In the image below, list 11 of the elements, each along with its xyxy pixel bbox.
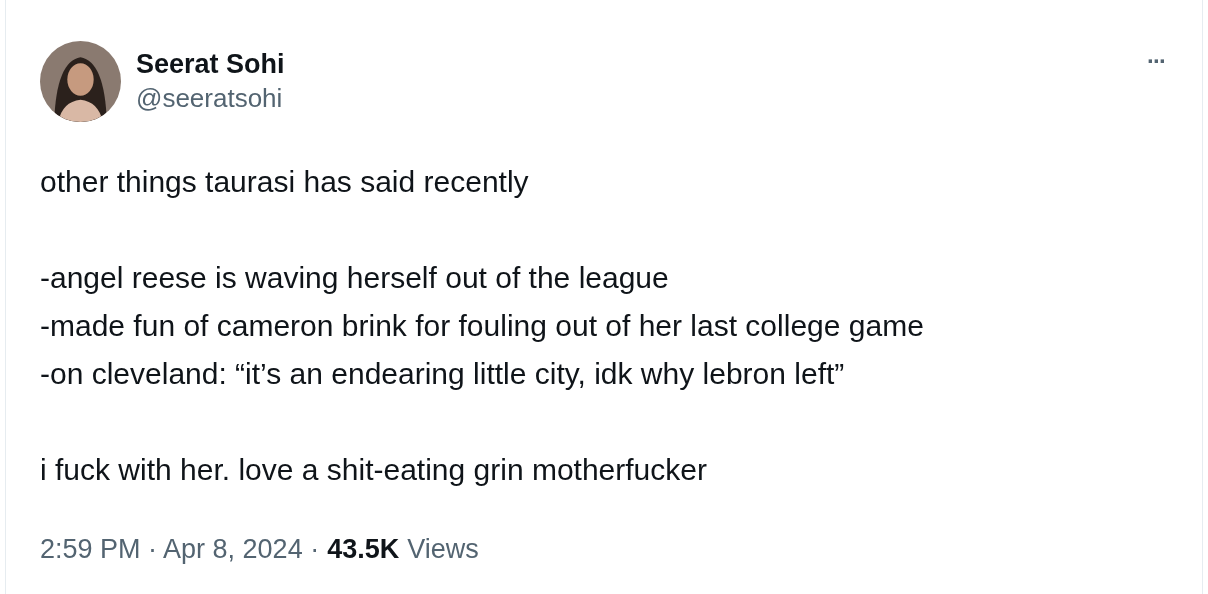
- tweet-text: i fuck with her. love a shit-eating grin motherfucker: [40, 452, 707, 488]
- tweet-text: -angel reese is waving herself out of the league: [40, 260, 669, 296]
- more-menu[interactable]: ···: [1143, 47, 1169, 75]
- tweet-text: -on cleveland: “it’s an endearing little city, idk why lebron left”: [40, 356, 845, 392]
- author-handle[interactable]: @seeratsohi: [136, 81, 1128, 115]
- views-count: 43.5K: [327, 534, 400, 565]
- author-name[interactable]: Seerat Sohi: [136, 47, 1128, 81]
- timestamp[interactable]: 2:59 PM · Apr 8, 2024 ·: [40, 534, 320, 565]
- views-label: Views: [407, 534, 479, 565]
- tweet-text: other things taurasi has said recently: [40, 164, 529, 200]
- tweet-text: -made fun of cameron brink for fouling out of her last college game: [40, 308, 924, 344]
